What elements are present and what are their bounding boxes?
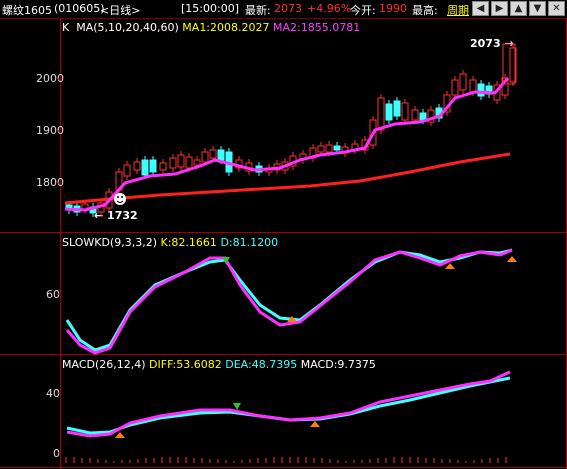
candle-body <box>317 145 325 153</box>
kd-d-line <box>65 248 513 352</box>
ma2-line <box>64 152 511 205</box>
candle-body <box>123 164 131 177</box>
candles <box>65 44 517 217</box>
candle-body <box>169 157 177 169</box>
candle-body <box>141 159 149 176</box>
candle-body <box>149 159 157 173</box>
smiley-icon <box>114 193 126 205</box>
candle-body <box>133 161 141 171</box>
candle-body <box>459 73 467 91</box>
ma1-line <box>64 77 510 212</box>
candle-body <box>377 97 385 131</box>
signal-arrows <box>115 256 517 438</box>
candle-body <box>209 149 217 159</box>
candle-body <box>193 159 201 166</box>
candle-body <box>451 79 459 96</box>
kd-k-line <box>65 248 513 355</box>
macd-diff-line <box>66 370 511 438</box>
candle-body <box>401 102 409 121</box>
macd-dea-line <box>66 376 511 435</box>
candle-body <box>217 149 225 161</box>
candle-body <box>411 109 419 121</box>
candle-body <box>159 162 167 171</box>
macd-histogram <box>65 457 507 463</box>
candle-body <box>385 103 393 121</box>
candle-body <box>201 151 209 163</box>
candle-body <box>393 100 401 117</box>
candle-body <box>477 83 485 97</box>
candle-body <box>325 144 333 153</box>
candle-body <box>177 154 185 168</box>
candle-body <box>185 156 193 169</box>
chart-canvas <box>56 43 517 463</box>
candle-body <box>469 79 477 93</box>
candle-body <box>333 145 341 151</box>
